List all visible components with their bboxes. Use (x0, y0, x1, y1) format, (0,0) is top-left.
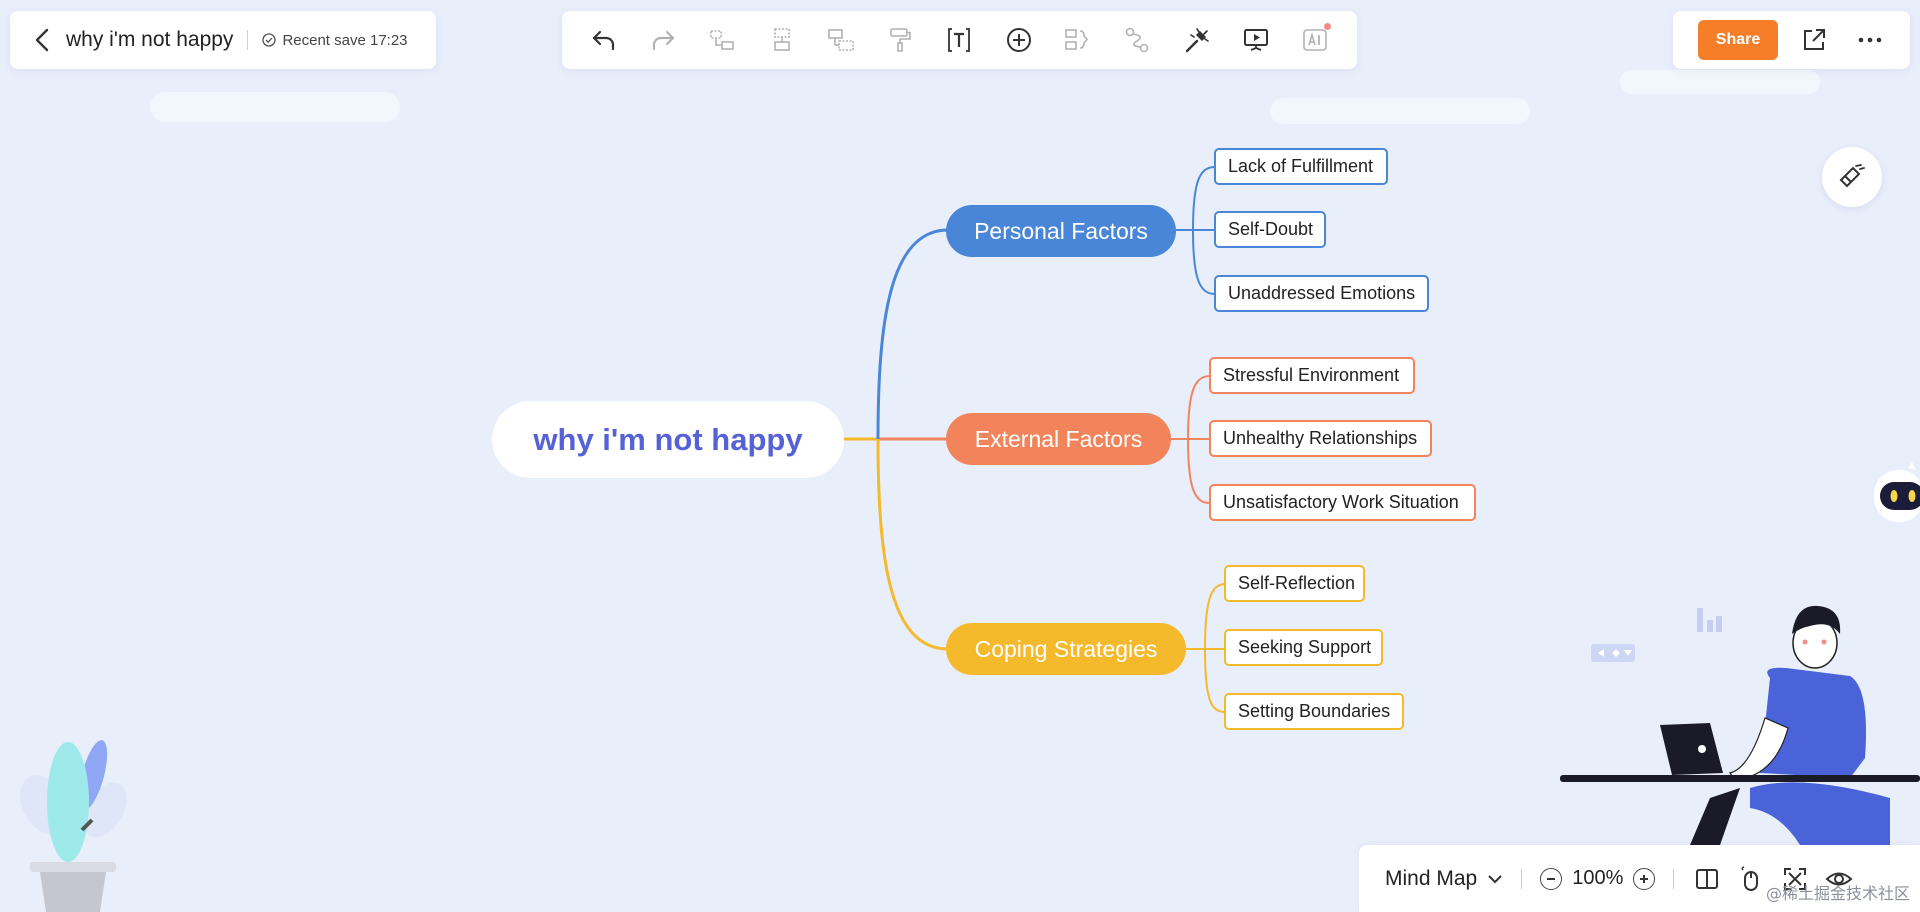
plant-illustration (20, 740, 127, 912)
connector-personal-leaves (1176, 166, 1216, 295)
bottom-bar: Mind Map 100% @稀土掘金技术社区 (1359, 845, 1920, 912)
leaf-seeking-support[interactable]: Seeking Support (1224, 629, 1383, 666)
connector-external-leaves (1170, 375, 1211, 504)
branch-external-factors[interactable]: External Factors (946, 413, 1171, 465)
person-laptop-illustration (1560, 605, 1920, 845)
leaf-stressful-environment[interactable]: Stressful Environment (1209, 357, 1415, 394)
connector-coping-leaves (1186, 583, 1226, 713)
divider (1521, 868, 1523, 889)
connector-root-personal (876, 228, 949, 440)
divider (1673, 868, 1675, 889)
connector-root-coping (844, 437, 949, 651)
plus-icon (1640, 874, 1649, 883)
split-view-button[interactable] (1692, 864, 1722, 894)
branch-coping-strategies[interactable]: Coping Strategies (946, 623, 1186, 675)
leaf-lack-of-fulfillment[interactable]: Lack of Fulfillment (1214, 148, 1388, 185)
leaf-unhealthy-relationships[interactable]: Unhealthy Relationships (1209, 420, 1432, 457)
zoom-out-button[interactable] (1540, 867, 1563, 890)
layout-label: Mind Map (1385, 866, 1478, 890)
zoom-in-button[interactable] (1633, 867, 1656, 890)
leaf-self-reflection[interactable]: Self-Reflection (1224, 565, 1365, 602)
leaf-unsatisfactory-work-situation[interactable]: Unsatisfactory Work Situation (1209, 484, 1476, 521)
leaf-setting-boundaries[interactable]: Setting Boundaries (1224, 693, 1404, 730)
leaf-self-doubt[interactable]: Self-Doubt (1214, 211, 1326, 248)
root-topic[interactable]: why i'm not happy (492, 401, 844, 478)
mouse-icon (1741, 865, 1759, 891)
split-view-icon (1696, 868, 1719, 889)
branch-personal-factors[interactable]: Personal Factors (946, 205, 1176, 257)
layout-select[interactable]: Mind Map (1385, 867, 1503, 891)
watermark-text: @稀土掘金技术社区 (1765, 884, 1910, 903)
robot-assistant-icon[interactable] (1872, 462, 1920, 528)
chevron-down-icon (1488, 874, 1502, 883)
leaf-unaddressed-emotions[interactable]: Unaddressed Emotions (1214, 275, 1429, 312)
mouse-mode-button[interactable] (1736, 864, 1766, 894)
zoom-level: 100% (1572, 867, 1624, 889)
minus-icon (1547, 877, 1556, 880)
